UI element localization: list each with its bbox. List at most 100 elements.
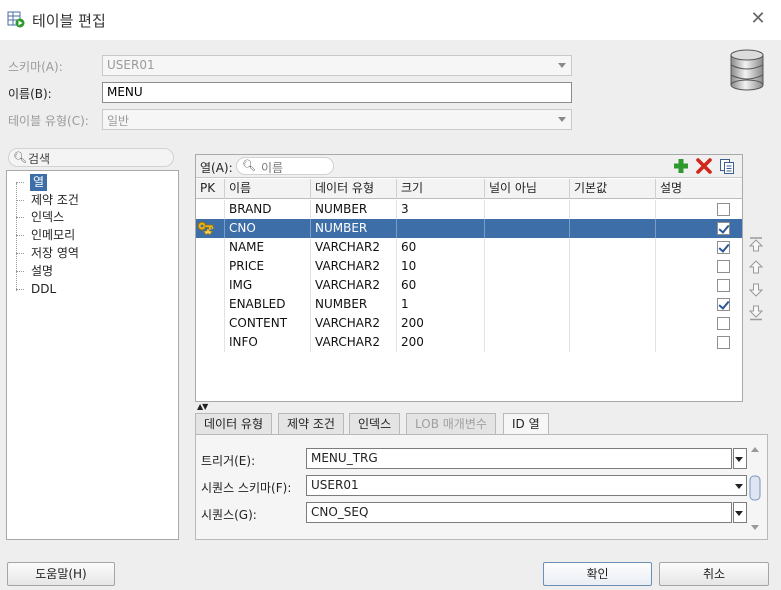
header-name[interactable]: 이름 [225,179,311,199]
move-down-icon[interactable] [748,282,764,298]
cancel-button[interactable]: 취소 [659,562,769,586]
column-type-cell[interactable]: VARCHAR2 [311,257,397,276]
column-name-cell[interactable]: NAME [225,238,311,257]
default-cell[interactable] [570,295,656,314]
column-search-input[interactable]: 🔍︎ 이름 [236,157,334,175]
column-size-cell[interactable]: 10 [397,257,485,276]
default-cell[interactable] [570,314,656,333]
not-null-checkbox[interactable] [717,260,730,273]
column-name-cell[interactable]: INFO [225,333,311,352]
splitter-collapse-icon[interactable]: ▲▼ [197,402,208,411]
table-row[interactable]: BRAND NUMBER 3 [196,200,742,219]
default-cell[interactable] [570,200,656,219]
pk-cell[interactable] [196,333,225,352]
add-column-icon[interactable] [673,158,689,174]
default-cell[interactable] [570,219,656,238]
pk-cell[interactable] [196,314,225,333]
table-row[interactable]: NAME VARCHAR2 60 [196,238,742,257]
trigger-input[interactable]: MENU_TRG [306,448,732,469]
tab-constraints[interactable]: 제약 조건 [278,413,344,434]
pk-cell[interactable] [196,219,225,238]
not-null-cell[interactable] [485,238,570,257]
column-name-cell[interactable]: PRICE [225,257,311,276]
column-name-cell[interactable]: IMG [225,276,311,295]
not-null-checkbox[interactable] [717,298,730,311]
tab-id-column[interactable]: ID 열 [503,413,549,435]
not-null-checkbox[interactable] [717,336,730,349]
column-type-cell[interactable]: VARCHAR2 [311,238,397,257]
pk-cell[interactable] [196,238,225,257]
pk-cell[interactable] [196,276,225,295]
header-data-type[interactable]: 데이터 유형 [311,179,397,199]
table-row[interactable]: PRICE VARCHAR2 10 [196,257,742,276]
not-null-checkbox[interactable] [717,317,730,330]
column-type-cell[interactable]: VARCHAR2 [311,333,397,352]
column-size-cell[interactable]: 200 [397,333,485,352]
move-bottom-icon[interactable] [748,305,764,321]
sequence-dropdown-button[interactable] [733,502,747,523]
pk-cell[interactable] [196,295,225,314]
schema-dropdown[interactable]: USER01 [102,55,572,76]
copy-column-icon[interactable] [719,158,735,174]
header-comment[interactable]: 설명 [656,179,742,199]
not-null-checkbox[interactable] [717,222,730,235]
not-null-cell[interactable] [485,295,570,314]
not-null-checkbox[interactable] [717,241,730,254]
header-not-null[interactable]: 널이 아님 [485,179,570,199]
column-type-cell[interactable]: VARCHAR2 [311,314,397,333]
sidebar-search-input[interactable]: 🔍︎ 검색 [8,148,174,167]
column-name-cell[interactable]: ENABLED [225,295,311,314]
pk-cell[interactable] [196,200,225,219]
not-null-cell[interactable] [485,333,570,352]
column-name-cell[interactable]: CONTENT [225,314,311,333]
header-pk[interactable]: PK [196,179,225,199]
column-size-cell[interactable]: 60 [397,238,485,257]
column-type-cell[interactable]: VARCHAR2 [311,276,397,295]
trigger-dropdown-button[interactable] [733,448,747,469]
column-size-cell[interactable] [397,219,485,238]
default-cell[interactable] [570,238,656,257]
delete-column-icon[interactable] [696,158,712,174]
help-button[interactable]: 도움말(H) [7,562,115,586]
move-up-icon[interactable] [748,259,764,275]
default-cell[interactable] [570,333,656,352]
tab-lob-params[interactable]: LOB 매개변수 [406,413,496,434]
not-null-cell[interactable] [485,200,570,219]
tab-indexes[interactable]: 인덱스 [349,413,401,434]
table-row[interactable]: ENABLED NUMBER 1 [196,295,742,314]
column-size-cell[interactable]: 1 [397,295,485,314]
not-null-checkbox[interactable] [717,203,730,216]
sequence-schema-dropdown[interactable]: USER01 [306,475,747,496]
table-type-dropdown[interactable]: 일반 [102,109,572,130]
header-default[interactable]: 기본값 [570,179,656,199]
not-null-checkbox[interactable] [717,279,730,292]
not-null-cell[interactable] [485,276,570,295]
close-icon[interactable]: ✕ [748,8,768,30]
column-size-cell[interactable]: 60 [397,276,485,295]
header-size[interactable]: 크기 [397,179,485,199]
column-type-cell[interactable]: NUMBER [311,200,397,219]
column-name-cell[interactable]: CNO [225,219,311,238]
table-name-input[interactable]: MENU [102,82,572,103]
ok-button[interactable]: 확인 [543,562,652,586]
not-null-cell[interactable] [485,257,570,276]
pk-cell[interactable] [196,257,225,276]
table-row[interactable]: CNO NUMBER [196,219,742,238]
column-type-cell[interactable]: NUMBER [311,295,397,314]
sequence-input[interactable]: CNO_SEQ [306,502,732,523]
table-row[interactable]: IMG VARCHAR2 60 [196,276,742,295]
default-cell[interactable] [570,276,656,295]
table-row[interactable]: CONTENT VARCHAR2 200 [196,314,742,333]
default-cell[interactable] [570,257,656,276]
column-size-cell[interactable]: 200 [397,314,485,333]
tab-data-type[interactable]: 데이터 유형 [195,413,273,434]
not-null-cell[interactable] [485,314,570,333]
grid-header-row: PK 이름 데이터 유형 크기 널이 아님 기본값 설명 [196,179,742,199]
table-row[interactable]: INFO VARCHAR2 200 [196,333,742,352]
not-null-cell[interactable] [485,219,570,238]
column-name-cell[interactable]: BRAND [225,200,311,219]
column-type-cell[interactable]: NUMBER [311,219,397,238]
move-top-icon[interactable] [748,236,764,252]
detail-scrollbar[interactable] [748,446,762,531]
column-size-cell[interactable]: 3 [397,200,485,219]
